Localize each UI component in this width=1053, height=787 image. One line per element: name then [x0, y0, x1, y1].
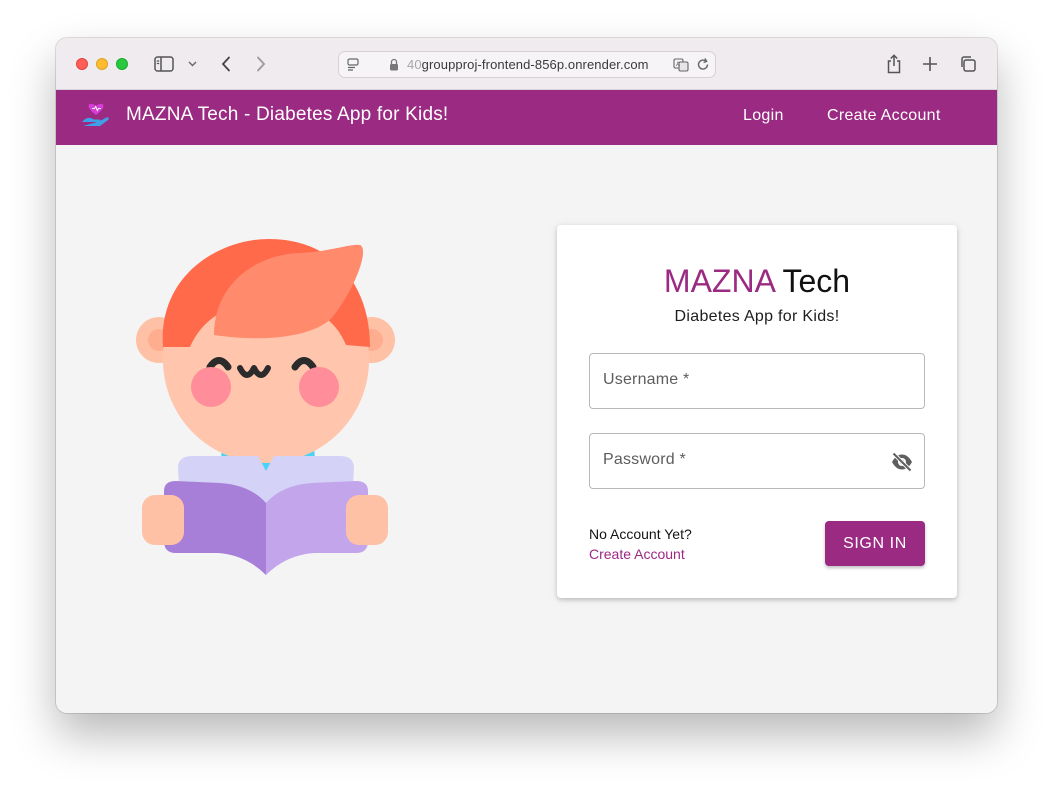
back-icon[interactable] [218, 52, 234, 76]
browser-window: 40groupproj-frontend-856p.onrender.com A [56, 38, 997, 713]
sign-in-button[interactable]: SIGN IN [825, 521, 925, 566]
no-account-text: No Account Yet? [589, 526, 692, 542]
main-content: MAZNA Tech Diabetes App for Kids! Userna… [56, 145, 997, 713]
forward-icon[interactable] [253, 52, 269, 76]
create-account-link[interactable]: Create Account [589, 546, 685, 562]
nav-create-account-link[interactable]: Create Account [827, 107, 941, 125]
url-prefix: 40 [407, 57, 422, 72]
close-window-button[interactable] [76, 58, 88, 70]
username-field[interactable]: Username * [589, 353, 925, 409]
login-card: MAZNA Tech Diabetes App for Kids! Userna… [557, 225, 957, 598]
heart-hand-icon [80, 102, 110, 128]
tabs-overview-icon[interactable] [958, 52, 978, 76]
password-label: Password * [603, 451, 686, 468]
lock-icon [389, 58, 399, 74]
translate-icon[interactable]: A [673, 58, 689, 75]
browser-toolbar: 40groupproj-frontend-856p.onrender.com A [56, 38, 997, 90]
url-host: groupproj-frontend-856p.onrender.com [421, 57, 649, 72]
address-bar[interactable]: 40groupproj-frontend-856p.onrender.com A [338, 51, 716, 78]
page-menu-icon[interactable] [347, 58, 359, 74]
username-label: Username * [603, 371, 690, 388]
password-field[interactable]: Password * [589, 433, 925, 489]
title-rest-text: Tech [774, 263, 851, 299]
eye-off-icon[interactable] [890, 450, 914, 474]
share-icon[interactable] [884, 52, 904, 76]
kid-reading-illustration [136, 239, 395, 575]
login-card-subtitle: Diabetes App for Kids! [674, 308, 840, 325]
app-brand-title[interactable]: MAZNA Tech - Diabetes App for Kids! [126, 104, 448, 126]
login-card-title: MAZNA Tech [557, 263, 957, 300]
reload-icon[interactable] [696, 57, 710, 75]
url-text: 40groupproj-frontend-856p.onrender.com [407, 57, 649, 72]
new-tab-icon[interactable] [920, 52, 940, 76]
minimize-window-button[interactable] [96, 58, 108, 70]
sidebar-toggle-icon[interactable] [152, 52, 176, 76]
chevron-down-icon[interactable] [186, 52, 198, 76]
zoom-window-button[interactable] [116, 58, 128, 70]
nav-login-link[interactable]: Login [743, 107, 784, 125]
app-navbar: MAZNA Tech - Diabetes App for Kids! Logi… [56, 90, 997, 145]
title-accent-text: MAZNA [663, 263, 775, 299]
